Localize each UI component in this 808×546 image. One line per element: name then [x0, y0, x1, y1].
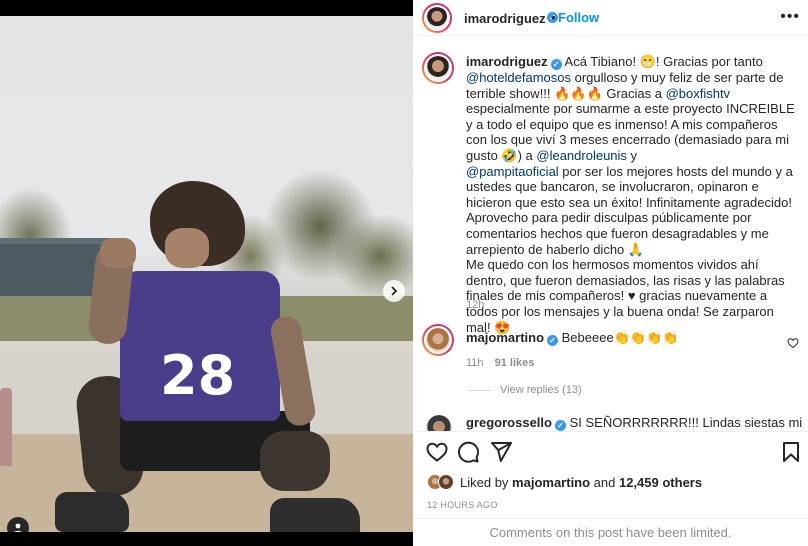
user-tag-icon	[14, 523, 22, 532]
comments-section: imarodriguez ✓ Acá Tibiano! 😁! Gracias po…	[413, 37, 808, 431]
caption-username[interactable]: imarodriguez	[466, 54, 548, 69]
liked-by-user[interactable]: majomartino	[512, 475, 590, 490]
more-options-icon[interactable]: •••	[780, 9, 800, 25]
verified-badge-icon: ✓	[547, 335, 559, 346]
verified-badge-icon: ✓	[554, 420, 566, 431]
mention-link[interactable]: @boxfishtv	[666, 86, 731, 101]
likes-middle: and	[590, 474, 619, 490]
view-replies-label[interactable]: View replies (13)	[500, 384, 582, 396]
likes-summary: Liked by majomartino and 12,459 others	[427, 474, 702, 490]
water-bottle	[0, 388, 12, 466]
commenter-avatar[interactable]	[422, 324, 454, 356]
paper-plane-icon[interactable]	[489, 440, 513, 464]
likes-text: Liked by majomartino and 12,459 others	[460, 475, 702, 490]
comment-meta: 11h 91 likes	[466, 357, 534, 369]
bookmark-icon[interactable]	[779, 440, 803, 464]
heart-icon[interactable]	[425, 440, 449, 464]
caption-text: por ser los mejores hosts del mundo y a …	[466, 163, 793, 335]
caption-timestamp: 12h	[466, 299, 485, 311]
person-shoe-left	[55, 492, 129, 532]
mention-link[interactable]: @hoteldefamosos	[466, 70, 571, 85]
comment-icon[interactable]	[456, 440, 480, 464]
caption-text: y	[630, 147, 638, 163]
comment-like-icon[interactable]	[787, 337, 799, 349]
person-face	[165, 228, 209, 268]
user-tags-button[interactable]	[7, 517, 29, 532]
comment-time: 11h	[466, 357, 484, 369]
mention-link[interactable]: @pampitaoficial	[466, 164, 559, 179]
chevron-right-icon	[391, 286, 398, 296]
caption-avatar[interactable]	[422, 52, 454, 84]
post-header: imarodriguez ✓ • Follow •••	[413, 0, 808, 36]
post-timestamp[interactable]: 12 HOURS AGO	[427, 500, 498, 510]
post-caption: imarodriguez ✓ Acá Tibiano! 😁! Gracias po…	[466, 54, 801, 335]
likes-count[interactable]: 12,459 others	[619, 475, 702, 490]
carousel-next-button[interactable]	[383, 280, 405, 302]
commenter-username[interactable]: majomartino	[466, 330, 544, 345]
verified-badge-icon: ✓	[550, 59, 562, 70]
comment-item: gregorossello ✓ SI SEÑORRRRRRR!!! Lindas …	[466, 415, 808, 431]
view-replies-button[interactable]: View replies (13)	[468, 384, 582, 396]
post-media[interactable]: 28	[0, 16, 413, 532]
comment-text: Bebeeee👏👏👏👏	[558, 330, 679, 345]
author-username[interactable]: imarodriguez	[464, 11, 546, 26]
author-avatar[interactable]	[422, 3, 452, 33]
person-leg-right	[260, 431, 330, 491]
jersey-number: 28	[160, 344, 236, 407]
post-panel: imarodriguez ✓ • Follow ••• imarodriguez…	[413, 0, 808, 546]
liker-avatar	[438, 474, 454, 490]
mention-link[interactable]: @leandroleunis	[536, 148, 627, 163]
header-separator: •	[551, 10, 556, 25]
person-shoe-right	[270, 498, 360, 532]
replies-divider	[468, 389, 492, 391]
comment-likes[interactable]: 91 likes	[495, 357, 535, 369]
post-actions: Liked by majomartino and 12,459 others 1…	[413, 431, 808, 546]
comment-item: majomartino ✓ Bebeeee👏👏👏👏	[466, 330, 678, 346]
commenter-avatar[interactable]	[426, 415, 452, 431]
commenter-username[interactable]: gregorossello	[466, 415, 552, 430]
follow-button[interactable]: Follow	[558, 10, 599, 25]
comments-limited-notice: Comments on this post have been limited.	[413, 518, 808, 546]
caption-text: Acá Tibiano! 😁! Gracias por tanto	[561, 54, 767, 69]
likes-prefix: Liked by	[460, 474, 513, 490]
person-fist	[100, 238, 136, 268]
liker-avatars	[427, 474, 454, 490]
